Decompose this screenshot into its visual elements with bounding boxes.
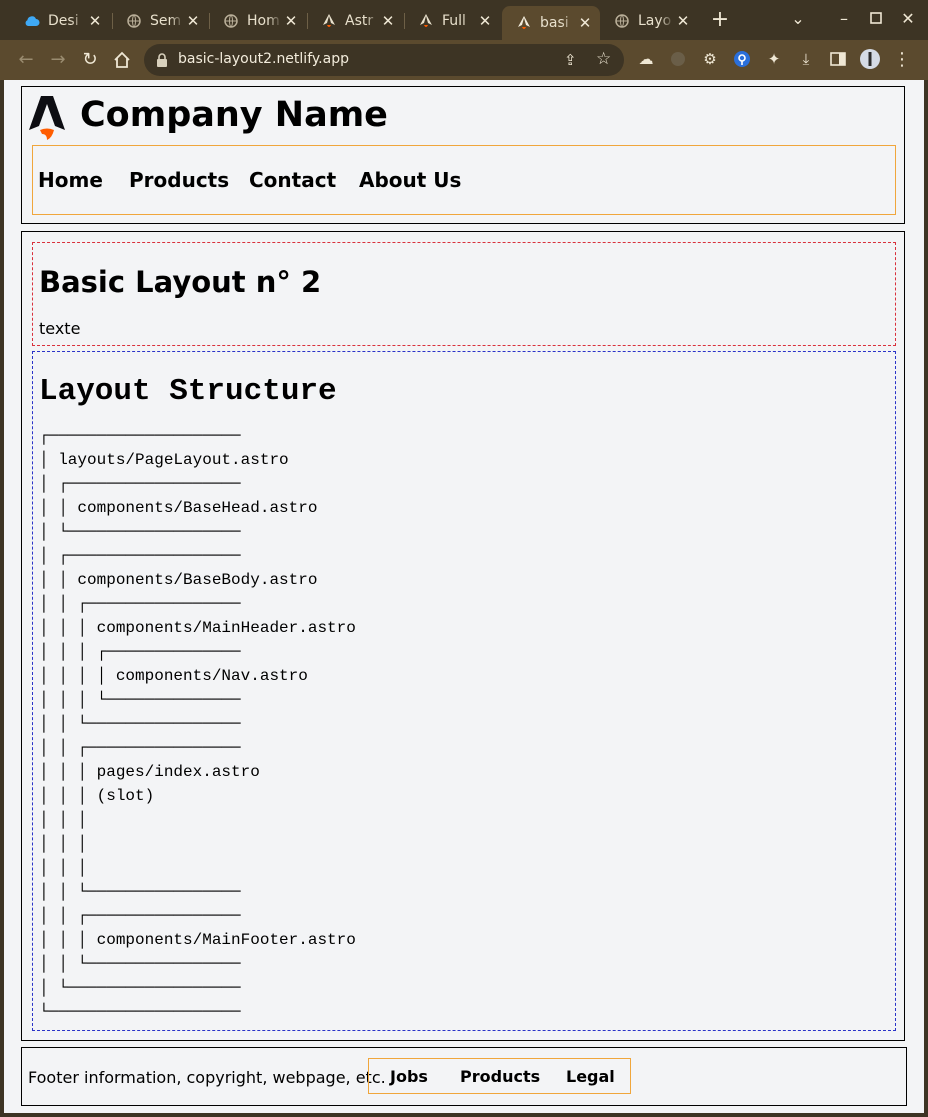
layout-structure-section: Layout Structure ┌──────────────────── │…: [32, 351, 896, 1031]
tab-title: Desi: [48, 13, 79, 29]
browser-tab[interactable]: Layo ✕: [600, 6, 698, 36]
reload-icon[interactable]: ↻: [78, 48, 102, 72]
close-icon[interactable]: ✕: [674, 12, 692, 30]
star-icon[interactable]: ☆: [596, 49, 611, 69]
astro-icon: [418, 13, 434, 29]
company-name: Company Name: [80, 95, 388, 135]
nav-link-contact[interactable]: Contact: [249, 168, 336, 192]
footer-nav: Jobs Products Legal: [368, 1058, 631, 1094]
puzzle-extensions-icon[interactable]: ✦: [764, 49, 784, 69]
globe-icon: [126, 13, 142, 29]
nav-link-about-us[interactable]: About Us: [359, 168, 461, 192]
shield-extension-icon[interactable]: [668, 49, 688, 69]
home-icon[interactable]: [110, 48, 134, 72]
globe-icon: [614, 13, 630, 29]
back-arrow-icon[interactable]: ←: [14, 48, 38, 72]
cloud-extension-icon[interactable]: ☁: [636, 49, 656, 69]
browser-tab[interactable]: Desi ✕: [10, 6, 110, 36]
nav-link-products[interactable]: Products: [129, 168, 229, 192]
tab-title: basi: [540, 15, 569, 31]
site-header: Company Name Home Products Contact About…: [21, 86, 905, 224]
gear-extension-icon[interactable]: ⚙: [700, 49, 720, 69]
tab-title: Sem: [150, 13, 182, 29]
intro-text: texte: [39, 319, 81, 338]
cloud-icon: [24, 13, 40, 29]
site-footer: Footer information, copyright, webpage, …: [21, 1047, 907, 1106]
download-icon[interactable]: ⤓: [796, 49, 816, 69]
new-tab-button[interactable]: +: [709, 9, 731, 32]
browser-toolbar: ← → ↻ basic-layout2.netlify.app ⇪ ☆ ☁ ⚙ …: [0, 40, 928, 80]
layout-tree-diagram: ┌──────────────────── │ layouts/PageLayo…: [39, 427, 356, 1021]
share-icon[interactable]: ⇪: [564, 51, 577, 69]
tab-strip: Desi ✕ Sem ✕ Hom ✕ Astr ✕ Full ✕ basi ✕ …: [0, 0, 928, 40]
close-icon[interactable]: ✕: [379, 12, 397, 30]
intro-section: Basic Layout n° 2 texte: [32, 242, 896, 346]
globe-icon: [223, 13, 239, 29]
close-icon[interactable]: ✕: [86, 12, 104, 30]
main-nav: Home Products Contact About Us: [32, 145, 896, 215]
astro-icon: [321, 13, 337, 29]
close-icon[interactable]: ✕: [184, 12, 202, 30]
close-window-icon[interactable]: ✕: [898, 9, 918, 29]
lock-icon: [156, 52, 168, 71]
browser-tab[interactable]: Full ✕: [404, 6, 500, 36]
sidepanel-icon[interactable]: [828, 49, 848, 69]
close-icon[interactable]: ✕: [282, 12, 300, 30]
url-text: basic-layout2.netlify.app: [178, 51, 349, 67]
password-extension-icon[interactable]: [732, 49, 752, 69]
page-title: Basic Layout n° 2: [39, 265, 322, 299]
footer-text: Footer information, copyright, webpage, …: [28, 1068, 386, 1087]
footer-link-products[interactable]: Products: [460, 1067, 540, 1086]
tab-search-icon[interactable]: ⌄: [788, 9, 808, 29]
nav-link-home[interactable]: Home: [38, 168, 103, 192]
tab-title: Hom: [247, 13, 280, 29]
footer-link-jobs[interactable]: Jobs: [390, 1067, 428, 1086]
forward-arrow-icon[interactable]: →: [46, 48, 70, 72]
browser-tab-active[interactable]: basi ✕: [502, 6, 600, 40]
maximize-icon[interactable]: [866, 9, 886, 29]
page-viewport: Company Name Home Products Contact About…: [4, 80, 924, 1113]
close-icon[interactable]: ✕: [576, 14, 594, 32]
astro-logo-icon: [29, 94, 65, 140]
tab-title: Full: [442, 13, 466, 29]
footer-link-legal[interactable]: Legal: [566, 1067, 615, 1086]
browser-tab[interactable]: Sem ✕: [112, 6, 208, 36]
structure-title: Layout Structure: [39, 374, 337, 409]
avatar[interactable]: [860, 49, 880, 69]
close-icon[interactable]: ✕: [476, 12, 494, 30]
astro-icon: [516, 15, 532, 31]
browser-tab[interactable]: Astr ✕: [307, 6, 403, 36]
address-bar[interactable]: basic-layout2.netlify.app ⇪ ☆: [144, 44, 624, 76]
tab-title: Layo: [638, 13, 672, 29]
tab-title: Astr: [345, 13, 374, 29]
minimize-icon[interactable]: –: [834, 9, 854, 29]
main-content: Basic Layout n° 2 texte Layout Structure…: [21, 231, 905, 1041]
browser-tab[interactable]: Hom ✕: [209, 6, 306, 36]
more-menu-icon[interactable]: ⋮: [892, 49, 912, 70]
